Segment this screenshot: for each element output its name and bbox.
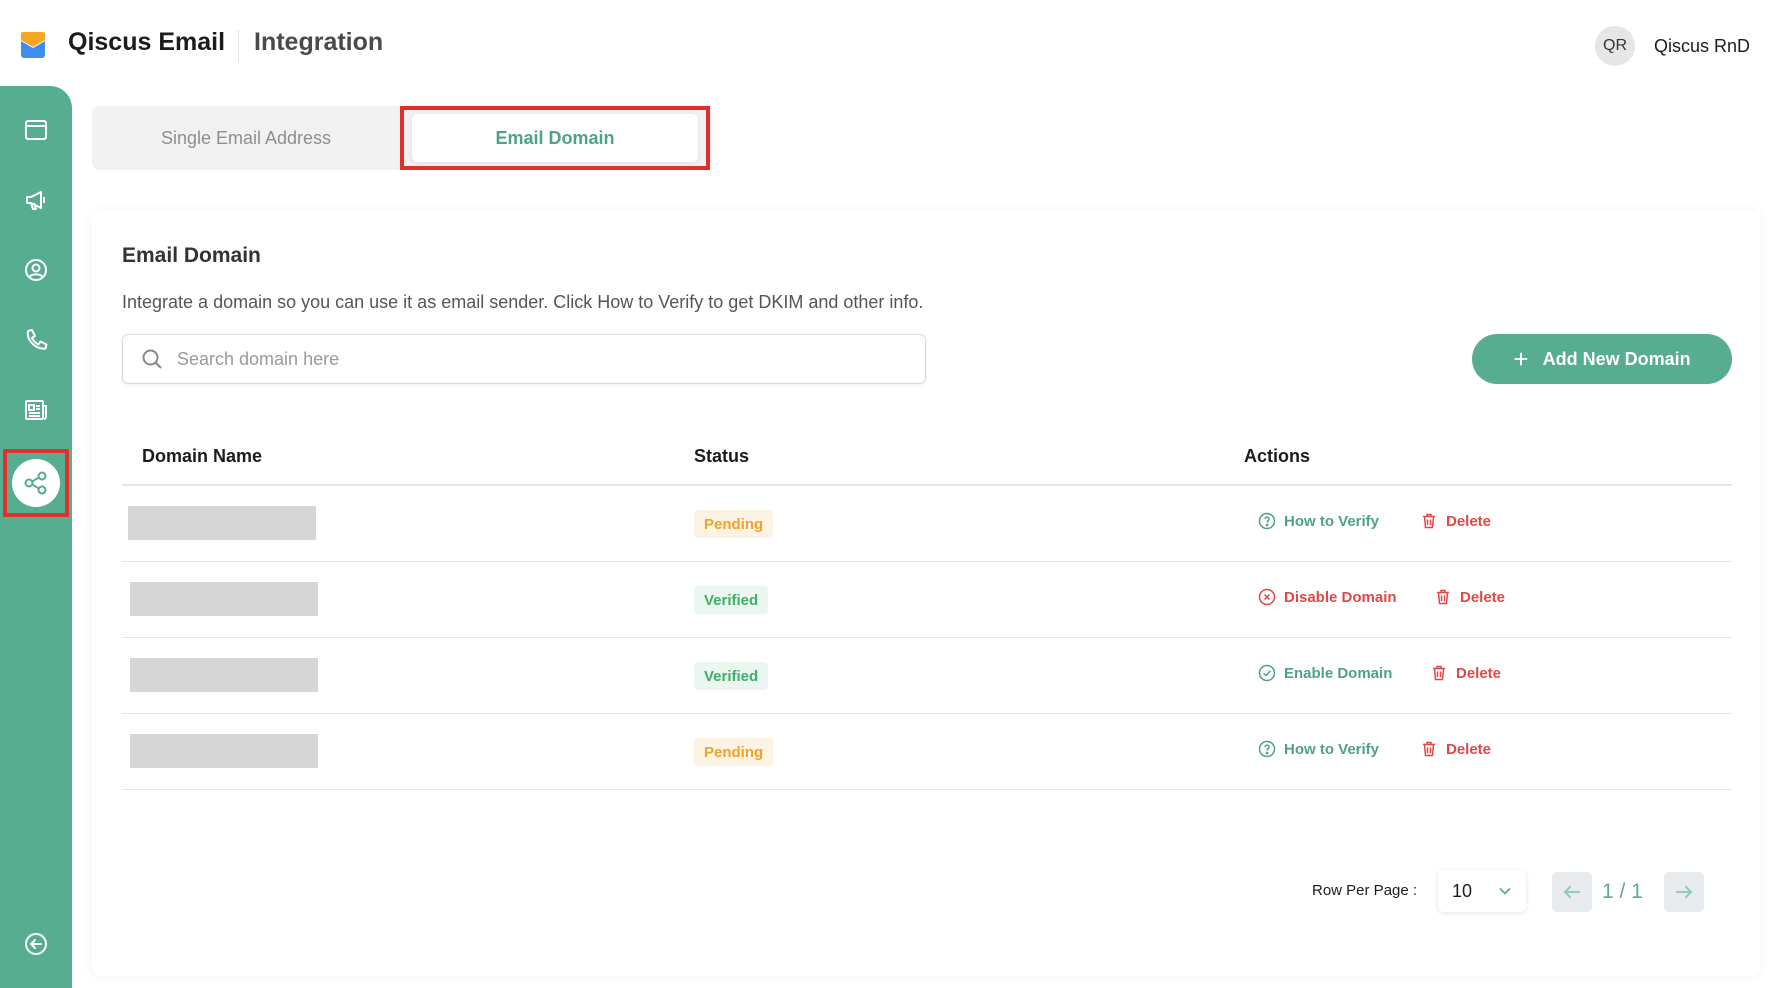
redacted-domain-name xyxy=(130,658,318,692)
top-header: Qiscus Email Integration QR Qiscus RnD xyxy=(0,0,1776,86)
next-page-button[interactable] xyxy=(1664,872,1704,912)
browser-window-icon xyxy=(25,120,47,140)
delete-button[interactable]: Delete xyxy=(1420,740,1491,758)
sidebar-item-calls[interactable] xyxy=(8,312,64,368)
status-badge: Pending xyxy=(694,510,774,538)
qiscus-email-logo-icon xyxy=(21,32,45,58)
card-description: Integrate a domain so you can use it as … xyxy=(122,292,924,312)
page-title: Integration xyxy=(254,28,384,56)
status-badge: Verified xyxy=(694,662,769,690)
action-label: Disable Domain xyxy=(1284,588,1397,606)
sidebar-item-contacts[interactable] xyxy=(8,242,64,298)
table-header: Domain Name Status Actions xyxy=(122,436,1732,486)
action-label: Delete xyxy=(1460,588,1506,606)
redacted-domain-name xyxy=(130,734,318,768)
user-circle-icon xyxy=(25,259,47,281)
search-box[interactable] xyxy=(122,334,926,384)
action-label: Delete xyxy=(1456,664,1502,682)
column-header-actions: Actions xyxy=(1244,446,1311,466)
table-row: Pending How to Verify Delete xyxy=(122,714,1732,790)
card-title: Email Domain xyxy=(122,244,261,267)
redacted-domain-name xyxy=(128,506,316,540)
question-circle-icon xyxy=(1258,740,1276,758)
chevron-down-icon xyxy=(1499,887,1511,895)
add-new-domain-label: Add New Domain xyxy=(1542,348,1691,369)
collapse-arrow-icon xyxy=(25,933,47,955)
action-label: How to Verify xyxy=(1284,512,1380,530)
trash-icon xyxy=(1433,665,1445,681)
rows-per-page-select[interactable]: 10 xyxy=(1438,870,1526,912)
page-indicator: 1 / 1 xyxy=(1602,880,1643,903)
megaphone-icon xyxy=(26,191,45,210)
trash-icon xyxy=(1437,589,1449,605)
sidebar-item-campaign[interactable] xyxy=(8,172,64,228)
avatar[interactable]: QR xyxy=(1595,26,1635,66)
status-badge: Verified xyxy=(694,586,769,614)
user-name[interactable]: Qiscus RnD xyxy=(1654,36,1750,57)
redacted-domain-name xyxy=(130,582,318,616)
status-badge: Pending xyxy=(694,738,774,766)
delete-button[interactable]: Delete xyxy=(1420,512,1491,530)
sidebar-collapse-button[interactable] xyxy=(8,916,64,972)
active-indicator xyxy=(12,459,60,507)
how-to-verify-button[interactable]: How to Verify xyxy=(1258,512,1379,530)
tab-single-email-address[interactable]: Single Email Address xyxy=(92,106,400,170)
sidebar-item-templates[interactable] xyxy=(8,382,64,438)
table-row: Verified Enable Domain Delete xyxy=(122,638,1732,714)
column-header-domain-name: Domain Name xyxy=(142,446,263,466)
trash-icon xyxy=(1423,513,1435,529)
search-icon xyxy=(142,349,162,369)
action-label: Delete xyxy=(1446,512,1492,530)
sidebar-item-integration[interactable] xyxy=(3,449,69,517)
how-to-verify-button[interactable]: How to Verify xyxy=(1258,740,1379,758)
app-name: Qiscus Email xyxy=(68,28,226,56)
add-new-domain-button[interactable]: + Add New Domain xyxy=(1472,334,1732,384)
column-header-status: Status xyxy=(694,446,750,466)
phone-icon xyxy=(26,329,48,350)
rows-per-page-value: 10 xyxy=(1452,880,1473,901)
tab-email-domain[interactable]: Email Domain xyxy=(412,114,698,162)
action-label: Delete xyxy=(1446,740,1492,758)
delete-button[interactable]: Delete xyxy=(1434,588,1505,606)
email-domain-card: Email Domain Integrate a domain so you c… xyxy=(92,210,1760,976)
disable-domain-button[interactable]: Disable Domain xyxy=(1258,588,1397,606)
question-circle-icon xyxy=(1258,512,1276,530)
delete-button[interactable]: Delete xyxy=(1430,664,1501,682)
rows-per-page-label: Row Per Page : xyxy=(1312,882,1418,899)
action-label: How to Verify xyxy=(1284,740,1380,758)
newspaper-icon xyxy=(25,400,47,420)
sidebar xyxy=(0,86,72,988)
sidebar-item-dashboard[interactable] xyxy=(8,102,64,158)
header-divider xyxy=(238,30,239,62)
previous-page-button[interactable] xyxy=(1552,872,1592,912)
enable-domain-button[interactable]: Enable Domain xyxy=(1258,664,1392,682)
share-nodes-icon xyxy=(24,471,47,495)
arrow-left-icon xyxy=(1563,886,1580,898)
check-circle-icon xyxy=(1258,664,1276,682)
plus-icon: + xyxy=(1513,344,1529,374)
table-row: Verified Disable Domain Delete xyxy=(122,562,1732,638)
table-row: Pending How to Verify Delete xyxy=(122,486,1732,562)
search-input[interactable] xyxy=(177,348,897,370)
x-circle-icon xyxy=(1258,588,1276,606)
action-label: Enable Domain xyxy=(1284,664,1393,682)
arrow-right-icon xyxy=(1676,886,1693,898)
trash-icon xyxy=(1423,741,1435,757)
